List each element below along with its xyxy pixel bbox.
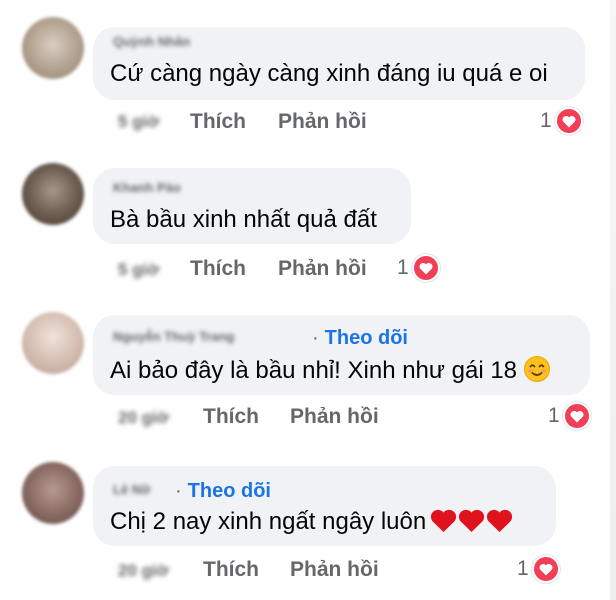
follow-label: Theo dõi bbox=[187, 480, 271, 502]
like-button[interactable]: Thích bbox=[190, 257, 246, 281]
reply-button[interactable]: Phản hồi bbox=[278, 110, 367, 134]
heart-icon bbox=[562, 402, 591, 430]
red-heart-icon bbox=[431, 509, 457, 533]
like-button[interactable]: Thích bbox=[203, 405, 259, 429]
comment-author[interactable]: Lê Nữ bbox=[113, 482, 151, 497]
separator-dot: · bbox=[312, 327, 319, 349]
reaction-summary[interactable]: 1 bbox=[397, 254, 440, 282]
reaction-summary[interactable]: 1 bbox=[517, 555, 560, 583]
page-edge-divider bbox=[610, 0, 616, 600]
reaction-count: 1 bbox=[517, 557, 529, 580]
comment-author[interactable]: Nguyễn Thuỳ Trang bbox=[113, 329, 234, 344]
reaction-summary[interactable]: 1 bbox=[548, 402, 591, 430]
comment-text: Bà bầu xinh nhất quả đất bbox=[110, 206, 377, 233]
comment-text: Ai bảo đây là bầu nhỉ! Xinh như gái 18 bbox=[110, 355, 551, 385]
comment-text: Chị 2 nay xinh ngất ngây luôn bbox=[110, 508, 513, 536]
avatar[interactable] bbox=[22, 163, 84, 225]
comment-time[interactable]: 20 giờ bbox=[118, 408, 169, 428]
like-button[interactable]: Thích bbox=[203, 558, 259, 582]
comment-time[interactable]: 5 giờ bbox=[118, 260, 159, 280]
reaction-summary[interactable]: 1 bbox=[540, 107, 583, 135]
reaction-count: 1 bbox=[548, 404, 560, 427]
comment-text: Cứ càng ngày càng xinh đáng iu quá e oi bbox=[110, 60, 548, 87]
comment-time[interactable]: 20 giờ bbox=[118, 561, 169, 581]
follow-label: Theo dõi bbox=[324, 327, 408, 349]
reaction-count: 1 bbox=[397, 256, 409, 279]
avatar[interactable] bbox=[22, 462, 84, 524]
comment-author[interactable]: Khanh Pào bbox=[113, 180, 181, 195]
heart-icon bbox=[411, 254, 440, 282]
separator-dot: · bbox=[175, 480, 182, 502]
comment-text-content: Ai bảo đây là bầu nhỉ! Xinh như gái 18 bbox=[110, 357, 518, 384]
comment-time[interactable]: 5 giờ bbox=[118, 112, 159, 132]
heart-icon bbox=[554, 107, 583, 135]
reply-button[interactable]: Phản hồi bbox=[290, 405, 379, 429]
red-heart-icon bbox=[459, 509, 485, 533]
avatar[interactable] bbox=[22, 17, 84, 79]
reaction-count: 1 bbox=[540, 109, 552, 132]
heart-icon bbox=[531, 555, 560, 583]
comment-author[interactable]: Quỳnh Nhân bbox=[113, 34, 190, 49]
avatar[interactable] bbox=[22, 312, 84, 374]
like-button[interactable]: Thích bbox=[190, 110, 246, 134]
follow-link[interactable]: · Theo dõi bbox=[175, 480, 271, 503]
red-heart-icon bbox=[487, 509, 513, 533]
reply-button[interactable]: Phản hồi bbox=[278, 257, 367, 281]
smiling-face-icon bbox=[524, 356, 551, 382]
follow-link[interactable]: · Theo dõi bbox=[312, 327, 408, 350]
reply-button[interactable]: Phản hồi bbox=[290, 558, 379, 582]
comment-text-content: Chị 2 nay xinh ngất ngây luôn bbox=[110, 508, 427, 535]
red-hearts-icon bbox=[430, 508, 513, 533]
